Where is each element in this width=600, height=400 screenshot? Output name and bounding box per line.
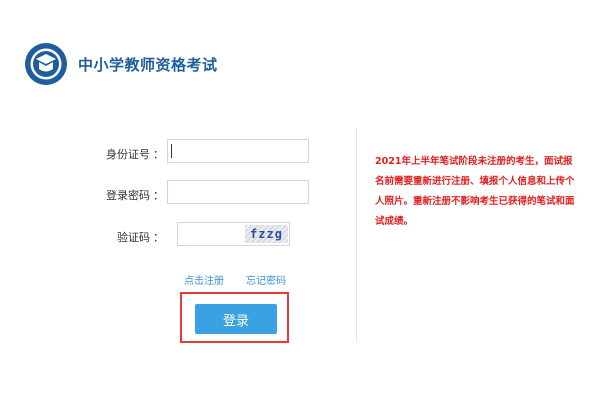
divider <box>356 128 357 342</box>
education-emblem-icon <box>25 43 67 85</box>
password-label: 登录密码： <box>106 189 164 202</box>
login-button[interactable]: 登录 <box>195 304 277 334</box>
captcha-image[interactable]: fzzg <box>245 225 288 243</box>
site-header: 中小学教师资格考试 <box>24 42 218 86</box>
id-number-label: 身份证号： <box>106 148 164 161</box>
password-input[interactable] <box>167 180 309 204</box>
site-title: 中小学教师资格考试 <box>78 55 218 74</box>
text-cursor <box>171 144 172 158</box>
captcha-label: 验证码： <box>117 231 164 244</box>
registration-notice: 2021年上半年笔试阶段未注册的考生，面试报名前需要重新进行注册、填报个人信息和… <box>375 156 575 227</box>
register-link[interactable]: 点击注册 <box>184 272 224 287</box>
id-number-input[interactable] <box>167 139 309 163</box>
forgot-password-link[interactable]: 忘记密码 <box>246 272 286 287</box>
